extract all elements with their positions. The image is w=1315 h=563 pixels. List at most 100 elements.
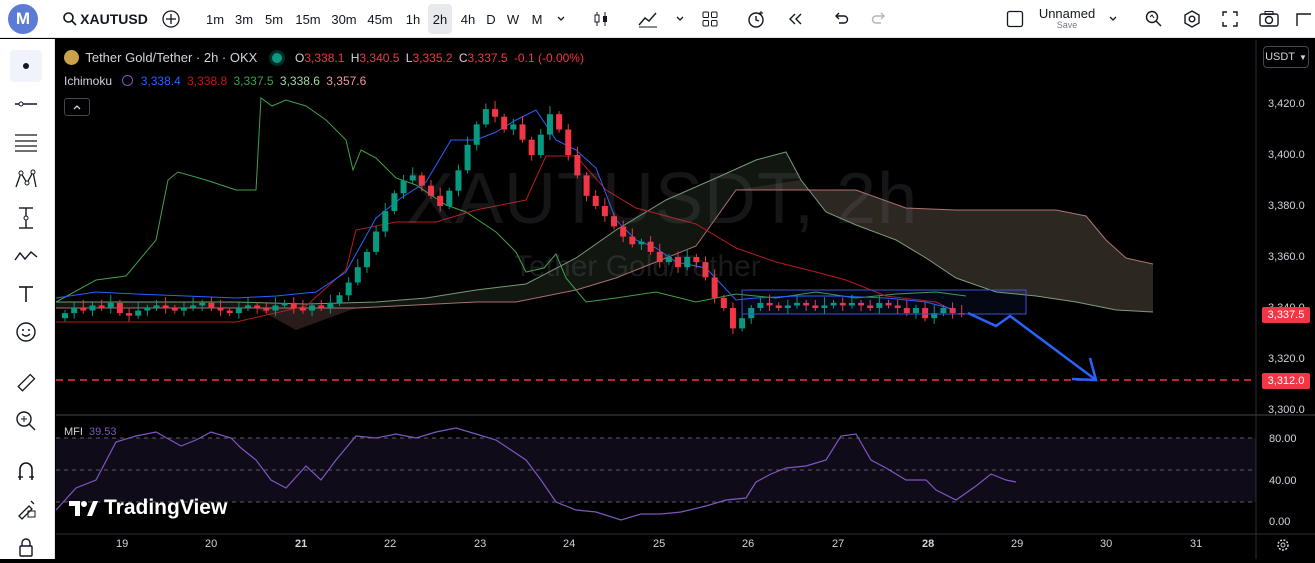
time-axis[interactable]: 19 20 21 22 23 24 25 26 27 28 29 30 31 bbox=[56, 534, 1256, 558]
interval-1h[interactable]: 1h bbox=[401, 0, 425, 38]
time-tick: 20 bbox=[205, 538, 218, 550]
candle-body bbox=[281, 302, 288, 306]
candle-body bbox=[235, 308, 242, 314]
symbol-search-button[interactable]: XAUTUSD bbox=[80, 0, 148, 38]
candle-body bbox=[565, 129, 572, 155]
interval-1m[interactable]: 1m bbox=[204, 0, 226, 38]
candle-body bbox=[272, 305, 279, 311]
ichimoku-legend[interactable]: Ichimoku 3,338.4 3,338.8 3,337.5 3,338.6… bbox=[64, 74, 369, 88]
interval-3m[interactable]: 3m bbox=[232, 0, 256, 38]
candle-body bbox=[217, 308, 224, 311]
time-tick: 21 bbox=[295, 538, 308, 550]
prediction-ruler-icon[interactable] bbox=[10, 202, 42, 234]
emoji-icon[interactable] bbox=[10, 316, 42, 348]
candle-body bbox=[290, 302, 297, 308]
candle-body bbox=[299, 308, 306, 311]
chart-canvas[interactable] bbox=[56, 40, 1315, 559]
time-tick: 28 bbox=[922, 538, 935, 550]
cursor-dot-icon[interactable] bbox=[10, 50, 42, 82]
time-tick: 19 bbox=[116, 538, 129, 550]
candle-body bbox=[144, 308, 151, 311]
candle-body bbox=[510, 124, 517, 130]
ichimoku-spana-value: 3,338.6 bbox=[279, 74, 320, 88]
interval-5m[interactable]: 5m bbox=[262, 0, 286, 38]
magnet-icon[interactable] bbox=[10, 455, 42, 487]
currency-label: USDT bbox=[1265, 51, 1296, 63]
candle-body bbox=[556, 114, 563, 130]
redo-icon[interactable] bbox=[868, 0, 890, 38]
candle-body bbox=[71, 308, 78, 314]
interval-30m[interactable]: 30m bbox=[329, 0, 359, 38]
tradingview-logo[interactable]: TradingView bbox=[68, 496, 227, 520]
compare-symbol-button[interactable] bbox=[160, 0, 182, 38]
camera-icon[interactable] bbox=[1256, 0, 1282, 38]
candle-body bbox=[546, 114, 553, 135]
ichimoku-tenkan-value: 3,338.4 bbox=[140, 74, 181, 88]
mfi-legend[interactable]: MFI 39.53 bbox=[64, 426, 120, 438]
chart-pane[interactable]: XAUTUSDT, 2h Tether Gold/Tether Tether G… bbox=[56, 40, 1315, 559]
candles-icon[interactable] bbox=[590, 0, 612, 38]
currency-select[interactable]: USDT ▼ bbox=[1263, 46, 1309, 68]
chevron-down-icon[interactable] bbox=[552, 0, 570, 38]
zoom-in-icon[interactable] bbox=[10, 405, 42, 437]
mfi-name: MFI bbox=[64, 426, 83, 438]
lock-icon[interactable] bbox=[10, 531, 42, 563]
chevron-down-icon[interactable] bbox=[1104, 0, 1122, 38]
last-price-tag: 3,337.5 bbox=[1262, 307, 1310, 323]
text-tool-icon[interactable] bbox=[10, 278, 42, 310]
search-icon[interactable] bbox=[60, 0, 80, 38]
fib-retracement-icon[interactable] bbox=[10, 127, 42, 159]
layout-grid-icon[interactable] bbox=[698, 0, 722, 38]
candle-body bbox=[62, 313, 68, 319]
replay-icon[interactable] bbox=[784, 0, 806, 38]
range-box bbox=[741, 289, 1027, 315]
candle-body bbox=[226, 310, 233, 314]
candle-body bbox=[318, 305, 325, 308]
lock-drawings-icon[interactable] bbox=[10, 493, 42, 525]
quick-search-icon[interactable] bbox=[1142, 0, 1166, 38]
brand-name: TradingView bbox=[104, 496, 228, 519]
candle-body bbox=[363, 251, 370, 268]
ohlc-low: 3,335.2 bbox=[412, 51, 453, 65]
measure-ruler-icon[interactable] bbox=[10, 367, 42, 399]
price-tick: 3,380.0 bbox=[1268, 200, 1305, 212]
candle-body bbox=[135, 310, 142, 316]
alert-clock-icon[interactable] bbox=[744, 0, 768, 38]
legend-title[interactable]: Tether Gold/Tether · 2h · OKX bbox=[85, 50, 257, 65]
chart-settings-gear-icon[interactable] bbox=[1271, 534, 1295, 556]
candle-body bbox=[245, 305, 251, 308]
indicators-icon[interactable] bbox=[636, 0, 660, 38]
chevron-down-icon[interactable] bbox=[672, 0, 688, 38]
layout-checkbox-icon[interactable] bbox=[1004, 0, 1026, 38]
mfi-tick: 80.00 bbox=[1269, 433, 1297, 445]
interval-d[interactable]: D bbox=[483, 0, 499, 38]
undo-icon[interactable] bbox=[830, 0, 852, 38]
layout-name[interactable]: Unnamed Save bbox=[1034, 0, 1100, 38]
interval-w[interactable]: W bbox=[504, 0, 522, 38]
mfi-value: 39.53 bbox=[89, 426, 117, 438]
candle-body bbox=[208, 302, 215, 308]
interval-45m[interactable]: 45m bbox=[365, 0, 395, 38]
fullscreen-icon[interactable] bbox=[1218, 0, 1242, 38]
collapse-legend-button[interactable] bbox=[64, 98, 90, 116]
candle-body bbox=[327, 302, 334, 308]
user-avatar[interactable]: M bbox=[8, 4, 38, 34]
interval-15m[interactable]: 15m bbox=[293, 0, 323, 38]
candle-body bbox=[391, 193, 398, 212]
save-label: Save bbox=[1056, 20, 1078, 31]
settings-icon[interactable] bbox=[1180, 0, 1204, 38]
trend-line-icon[interactable] bbox=[10, 88, 42, 120]
candle-body bbox=[501, 116, 508, 130]
publish-idea-icon[interactable] bbox=[1294, 0, 1314, 38]
ichimoku-spanb-value: 3,357.6 bbox=[326, 74, 367, 88]
pattern-icon[interactable] bbox=[10, 164, 42, 196]
candle-body bbox=[162, 305, 169, 308]
interval-4h[interactable]: 4h bbox=[456, 0, 480, 38]
ichimoku-lagging-value: 3,337.5 bbox=[233, 74, 274, 88]
indicator-source-icon bbox=[122, 75, 134, 86]
interval-m[interactable]: M bbox=[528, 0, 546, 38]
brush-icon[interactable] bbox=[10, 240, 42, 272]
interval-2h[interactable]: 2h bbox=[428, 4, 452, 34]
indicator-name: Ichimoku bbox=[64, 74, 113, 88]
ichimoku-kijun-value: 3,338.8 bbox=[187, 74, 228, 88]
